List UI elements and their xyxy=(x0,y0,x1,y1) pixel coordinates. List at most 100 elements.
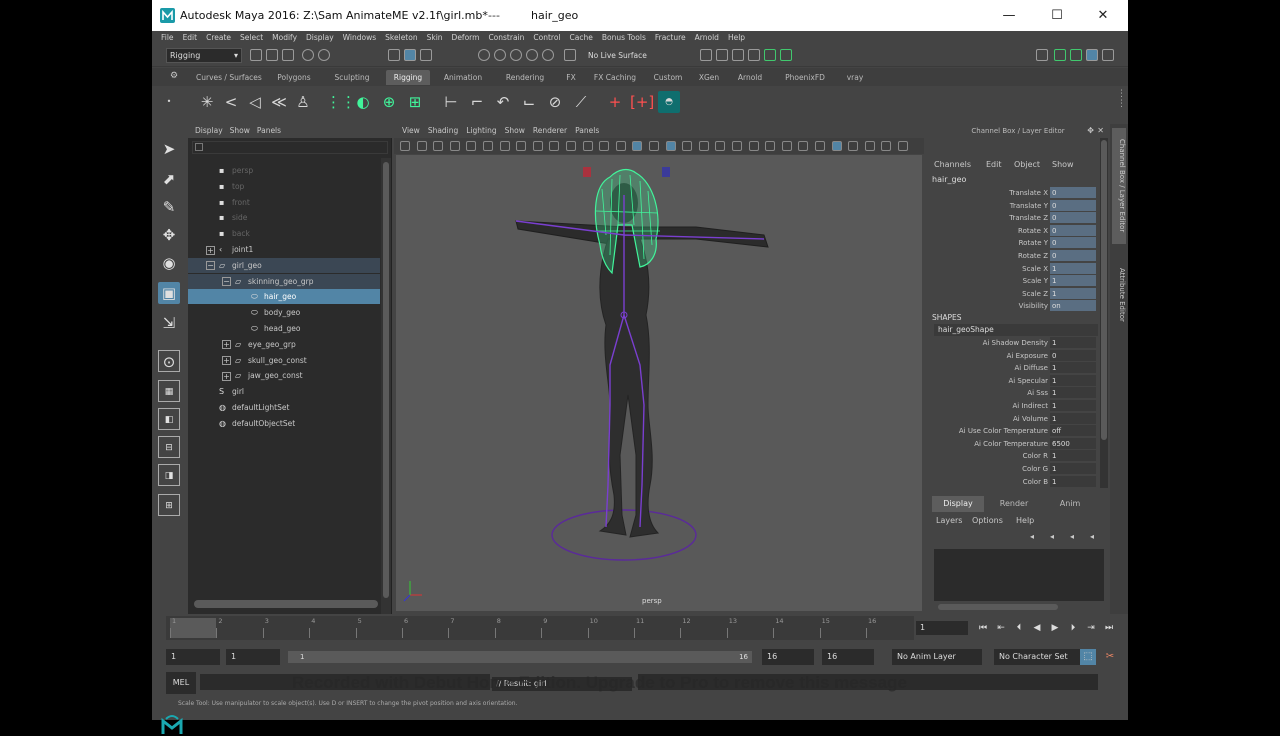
character-set-dropdown[interactable]: No Character Set xyxy=(994,649,1080,665)
shelf-tab-phoenixfd[interactable]: PhoenixFD xyxy=(776,70,834,85)
outliner-hscrollbar[interactable] xyxy=(194,600,378,608)
menu-help[interactable]: Help xyxy=(728,33,745,42)
channel-name-ai-volume[interactable]: Ai Volume xyxy=(1013,413,1048,425)
step-back-frame-icon[interactable]: ⏴ xyxy=(1012,621,1026,635)
current-frame-marker[interactable] xyxy=(170,618,216,638)
channel-box-menu-object[interactable]: Object xyxy=(1014,158,1040,172)
channel-value-ai-color-temperature[interactable]: 6500 xyxy=(1050,437,1096,449)
channel-box-object-name[interactable]: hair_geo xyxy=(932,175,966,184)
render-view-icon[interactable] xyxy=(716,49,728,61)
outliner-vscrollbar[interactable] xyxy=(381,158,391,614)
channel-name-color-b[interactable]: Color B xyxy=(1023,476,1048,488)
outliner-item-joint1[interactable]: + ‹ joint1 xyxy=(188,242,380,257)
grease-pencil-icon[interactable] xyxy=(483,141,493,151)
snap-curve-icon[interactable] xyxy=(494,49,506,61)
channel-name-ai-indirect[interactable]: Ai Indirect xyxy=(1013,400,1048,412)
paint-weights-icon[interactable]: ⊕ xyxy=(378,91,400,113)
menu-windows[interactable]: Windows xyxy=(343,33,376,42)
channel-value-translate-z[interactable]: 0 xyxy=(1050,212,1096,224)
open-scene-icon[interactable] xyxy=(266,49,278,61)
viewport-menu-shading[interactable]: Shading xyxy=(428,126,458,135)
channel-name-ai-sss[interactable]: Ai Sss xyxy=(1027,387,1048,399)
exposure-icon[interactable] xyxy=(864,141,875,151)
shadows-icon[interactable] xyxy=(715,141,726,151)
rotate-tool-icon[interactable]: ◉ xyxy=(158,252,180,274)
channel-box-close-icon[interactable]: ✕ xyxy=(1097,126,1104,135)
xray-joints-icon[interactable] xyxy=(831,141,842,151)
live-surface-icon[interactable] xyxy=(564,49,576,61)
outliner-item-body-geo[interactable]: ⬭ body_geo xyxy=(188,305,380,320)
isolate-select-icon[interactable] xyxy=(798,141,809,151)
resolution-gate-icon[interactable] xyxy=(532,141,543,151)
ipr-render-icon[interactable] xyxy=(732,49,744,61)
outliner-item-persp[interactable]: ▪ persp xyxy=(188,163,380,178)
mirror-joint-icon[interactable]: ≪ xyxy=(268,91,290,113)
outliner-item-back[interactable]: ▪ back xyxy=(188,226,380,241)
tab-render-layers[interactable]: Render xyxy=(988,496,1040,512)
xray-components-icon[interactable] xyxy=(848,141,859,151)
channel-name-scale-x[interactable]: Scale X xyxy=(1022,263,1048,275)
viewport-menu-renderer[interactable]: Renderer xyxy=(533,126,567,135)
menu-deform[interactable]: Deform xyxy=(452,33,480,42)
2d-pan-zoom-icon[interactable] xyxy=(466,141,477,151)
channel-box-vscrollbar[interactable] xyxy=(1100,138,1108,488)
motion-blur-icon[interactable] xyxy=(748,141,759,151)
channel-box-toggle-icon[interactable] xyxy=(1086,49,1098,61)
go-to-end-icon[interactable]: ⏭ xyxy=(1102,621,1116,635)
field-chart-icon[interactable] xyxy=(566,141,576,151)
channel-value-ai-specular[interactable]: 1 xyxy=(1050,374,1096,386)
move-tool-icon[interactable]: ✥ xyxy=(158,224,180,246)
channel-name-visibility[interactable]: Visibility xyxy=(1019,300,1048,312)
outliner-item-girl[interactable]: Sgirl xyxy=(188,384,380,399)
step-forward-key-icon[interactable]: ⇥ xyxy=(1084,621,1098,635)
undo-icon[interactable] xyxy=(302,49,314,61)
select-hierarchy-icon[interactable] xyxy=(388,49,400,61)
outliner-item-front[interactable]: ▪ front xyxy=(188,195,380,210)
channel-value-ai-diffuse[interactable]: 1 xyxy=(1050,362,1096,374)
expand-toggle-icon[interactable]: + xyxy=(222,371,231,381)
redo-icon[interactable] xyxy=(318,49,330,61)
outliner-item-skinning-geo-grp[interactable]: − ▱ skinning_geo_grp xyxy=(188,273,380,289)
viewport-menu-show[interactable]: Show xyxy=(505,126,525,135)
channel-name-ai-use-color-temperature[interactable]: Ai Use Color Temperature xyxy=(959,425,1048,437)
paint-select-icon[interactable]: ✎ xyxy=(158,196,180,218)
menu-fracture[interactable]: Fracture xyxy=(655,33,686,42)
layers-menu[interactable]: Layers xyxy=(936,516,962,525)
step-back-key-icon[interactable]: ⇤ xyxy=(994,621,1008,635)
point-constraint-icon[interactable]: ⌐ xyxy=(466,91,488,113)
xray-icon[interactable] xyxy=(815,141,825,151)
channel-value-scale-y[interactable]: 1 xyxy=(1050,275,1096,287)
smooth-bind-icon[interactable]: ◐ xyxy=(352,91,374,113)
persp-outliner-icon[interactable]: ◧ xyxy=(158,408,180,430)
outliner-item-head-geo[interactable]: ⬭ head_geo xyxy=(188,321,380,336)
outliner-item-top[interactable]: ▪ top xyxy=(188,179,380,194)
snap-point-icon[interactable] xyxy=(510,49,522,61)
set-driven-key-icon[interactable]: [+] xyxy=(630,91,654,113)
shelf-settings-icon[interactable]: ⚙ xyxy=(170,71,178,81)
grid-toggle-icon[interactable] xyxy=(499,141,510,151)
shelf-tab-rigging[interactable]: Rigging xyxy=(386,70,430,85)
close-button[interactable]: ✕ xyxy=(1080,0,1126,31)
safe-title-icon[interactable] xyxy=(599,141,610,151)
channel-name-rotate-z[interactable]: Rotate Z xyxy=(1018,250,1048,262)
shelf-tab-custom[interactable]: Custom xyxy=(648,70,688,85)
channel-box-pin-icon[interactable]: ✥ xyxy=(1087,126,1094,135)
maximize-button[interactable]: ☐ xyxy=(1034,0,1080,31)
channel-name-translate-z[interactable]: Translate Z xyxy=(1009,212,1048,224)
channel-value-ai-sss[interactable]: 1 xyxy=(1050,387,1096,399)
channel-name-color-r[interactable]: Color R xyxy=(1023,450,1048,462)
snap-view-icon[interactable] xyxy=(526,49,538,61)
channel-value-scale-z[interactable]: 1 xyxy=(1050,287,1096,299)
channel-value-rotate-x[interactable]: 0 xyxy=(1050,224,1096,236)
tab-attribute-editor[interactable]: Attribute Editor xyxy=(1112,260,1126,330)
shelf-tab-arnold[interactable]: Arnold xyxy=(730,70,770,85)
workspace-icon[interactable] xyxy=(1036,49,1048,61)
quick-rig-icon[interactable]: ♙ xyxy=(292,91,314,113)
channel-name-ai-color-temperature[interactable]: Ai Color Temperature xyxy=(974,438,1048,450)
new-empty-layer-icon[interactable]: ◂ xyxy=(1070,532,1074,541)
snap-surface-icon[interactable] xyxy=(542,49,554,61)
channel-value-ai-exposure[interactable]: 0 xyxy=(1050,349,1096,361)
play-backwards-icon[interactable]: ◀ xyxy=(1030,621,1044,635)
single-perspective-icon[interactable]: ⊙ xyxy=(158,350,180,372)
shelf-tab-vray[interactable]: vray xyxy=(840,70,870,85)
